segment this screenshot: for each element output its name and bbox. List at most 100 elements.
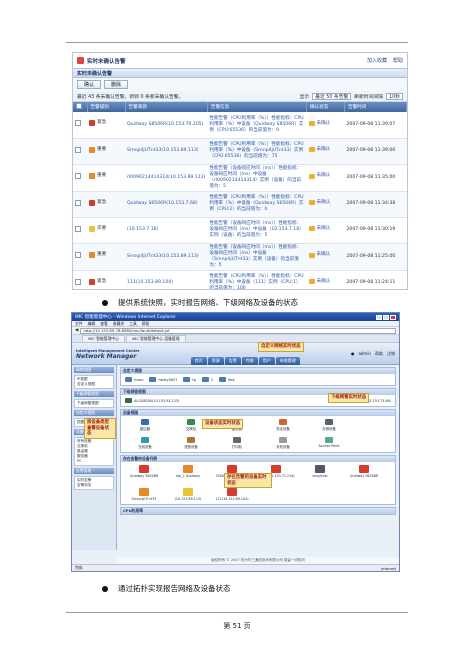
alarm-source[interactable]: Srnnp4jUTnt33(10.153.89.113) xyxy=(125,138,208,165)
alarm-info[interactable]: 性能告警（CPU利用率（%））性能指标：CPU利用率（%）中设备（Quidway… xyxy=(207,191,307,218)
menu-item[interactable]: 收藏夹 xyxy=(113,321,124,327)
nav-tab[interactable]: 系统管理 xyxy=(275,356,300,365)
row-checkbox[interactable] xyxy=(75,199,81,206)
device-entry[interactable]: (10.153.89.113) xyxy=(171,488,205,501)
table-row[interactable]: 重要 rl0090214414314(10.153.89.113) 性能告警（设备响… xyxy=(73,164,407,192)
alarm-status[interactable]: 未确认 xyxy=(317,252,331,258)
display-select[interactable]: 最近 50 条告警 xyxy=(312,92,352,100)
device-entry[interactable]: 路由器 xyxy=(125,419,165,431)
row-checkbox[interactable] xyxy=(75,146,81,153)
refresh-select[interactable]: 10秒 xyxy=(386,92,403,100)
confirm-button[interactable]: 确认 xyxy=(77,80,102,89)
delete-button[interactable]: 删除 xyxy=(104,80,129,89)
col-time[interactable]: 告警时间 xyxy=(344,102,407,112)
alarm-status[interactable]: 未确认 xyxy=(317,147,331,153)
unconfirmed-icon xyxy=(308,252,315,258)
device-entry[interactable]: Srnnp4jUTnt33 xyxy=(127,488,161,501)
imc-sidebar: 网络视图IP视图自定义视图下级网管视图下级网管视图自定义视图视图设备视图所有设备… xyxy=(72,365,117,550)
menu-item[interactable]: 查看 xyxy=(100,321,108,327)
col-info[interactable]: 告警信息 xyxy=(207,102,308,112)
alarm-info[interactable]: 性能告警（设备响应时间（ms））性能指标：设备响应时间（ms）中设备（10.15… xyxy=(207,217,307,244)
maximize-icon[interactable] xyxy=(383,314,389,320)
device-entry[interactable]: ide_2 Quidway xyxy=(171,465,205,478)
close-icon[interactable] xyxy=(390,314,396,320)
alarm-source[interactable]: (10.153.7.18) xyxy=(125,217,208,244)
device-entry[interactable]: 存储设备 xyxy=(309,419,349,431)
device-entry[interactable]: lbsk xyxy=(218,377,235,382)
row-checkbox[interactable] xyxy=(75,278,81,285)
device-entry[interactable]: 安全设备 xyxy=(263,419,303,431)
device-entry[interactable]: snnpitest xyxy=(303,465,337,478)
menu-item[interactable]: 帮助 xyxy=(142,321,150,327)
alarm-info[interactable]: 性能告警（CPU利用率（%））性能指标：CPU利用率（%）中设备（111）实例（… xyxy=(207,270,307,289)
sidebar-panel-title[interactable]: 告警管理 xyxy=(74,468,114,474)
alarm-status[interactable]: 未确认 xyxy=(317,200,331,206)
nav-tab[interactable]: 首页 xyxy=(190,356,207,365)
back-icon[interactable]: ◀ xyxy=(75,328,78,333)
table-row[interactable]: 重要 Srnnp4jUTnt33(10.153.89.113) 性能告警（CPU利用… xyxy=(73,138,407,165)
table-row[interactable]: 紧急 111(10.153.89.104) 性能告警（CPU利用率（%））性能指标：… xyxy=(73,270,407,289)
alarm-info[interactable]: 性能告警（CPU利用率（%））性能指标：CPU利用率（%）中设备（Quidway… xyxy=(207,112,307,139)
device-entry[interactable]: Quidway S6506R xyxy=(127,465,161,478)
alarm-source[interactable]: 111(10.153.89.104) xyxy=(125,270,208,289)
sidebar-item[interactable]: 下级网管视图 xyxy=(77,401,111,406)
device-entry[interactable]: hzrou xyxy=(125,377,143,382)
tab-imc-device[interactable]: iMC 智能管理中心-设备管理 xyxy=(125,335,186,342)
menu-item[interactable]: 编辑 xyxy=(88,321,96,327)
menu-item[interactable]: 工具 xyxy=(129,321,137,327)
col-source[interactable]: 告警来源 xyxy=(125,102,208,112)
alarm-source[interactable]: rl0090214414314(10.153.89.113) xyxy=(125,164,208,192)
device-entry[interactable]: fg xyxy=(183,377,196,382)
device-entry[interactable]: Access Point xyxy=(309,437,349,449)
address-input[interactable]: http://10.153.89.78:8080/imc/fault/defau… xyxy=(80,327,396,334)
minimize-icon[interactable] xyxy=(376,314,382,320)
alarm-source[interactable]: Quidway S8506R(10.153.70.205) xyxy=(125,112,208,139)
menu-item[interactable]: 文件 xyxy=(75,321,83,327)
alarm-source[interactable]: Quidway S6506R(10.153.7.68) xyxy=(125,191,208,218)
sidebar-item[interactable]: PC xyxy=(77,459,111,464)
alarm-info[interactable]: 性能告警（设备响应时间（ms））性能指标：设备响应时间（ms）中设备（Srnnp… xyxy=(207,243,307,271)
row-checkbox[interactable] xyxy=(75,173,81,179)
device-entry[interactable]: 无线设备 xyxy=(125,437,165,449)
sidebar-panel-title[interactable]: 网络视图 xyxy=(74,367,114,373)
sidebar-item[interactable]: 自定义视图 xyxy=(77,382,111,387)
col-status[interactable]: 确认状态 xyxy=(306,102,345,112)
logout-link[interactable]: 注销 xyxy=(387,351,395,357)
sidebar-item[interactable]: 告警浏览 xyxy=(77,483,111,488)
alarm-status[interactable]: 未确认 xyxy=(317,279,331,285)
nav-tab[interactable]: 资源 xyxy=(207,356,224,365)
alarm-status[interactable]: 未确认 xyxy=(317,121,331,127)
device-entry[interactable]: hzlaty0807 xyxy=(149,377,177,382)
alarm-status[interactable]: 未确认 xyxy=(317,226,331,232)
device-entry[interactable]: 未知设备 xyxy=(263,437,303,449)
table-row[interactable]: 重要 Srnnp4jUTnt33(10.153.89.113) 性能告警（设备响应时… xyxy=(73,243,407,271)
device-entry[interactable]: 打印机 xyxy=(217,437,257,449)
help-link[interactable]: 帮助 xyxy=(393,57,403,64)
device-entry[interactable]: Quidway S6506R xyxy=(347,465,381,478)
nav-tab[interactable]: 告警 xyxy=(224,356,241,365)
device-entry[interactable]: 语音设备 xyxy=(171,437,211,449)
row-checkbox[interactable] xyxy=(75,120,81,127)
alarm-status[interactable]: 未确认 xyxy=(317,173,331,179)
alarm-info[interactable]: 性能告警（设备响应时间（ms））性能指标：设备响应时间（ms）中设备（rl009… xyxy=(207,164,307,192)
alarm-source[interactable]: Srnnp4jUTnt33(10.153.89.113) xyxy=(125,243,208,271)
device-entry[interactable]: 3 xyxy=(201,377,213,382)
row-checkbox[interactable] xyxy=(75,225,81,232)
sidebar-panel-title[interactable]: 下级网管视图 xyxy=(74,391,114,397)
table-row[interactable]: 紧急 Quidway S8506R(10.153.70.205) 性能告警（CPU利… xyxy=(73,112,407,139)
select-all-checkbox[interactable] xyxy=(76,103,82,109)
help-link[interactable]: 帮助 xyxy=(375,351,383,357)
col-level[interactable]: 告警级别 xyxy=(87,102,126,112)
nav-tab[interactable]: 用户 xyxy=(258,356,275,365)
tab-imc[interactable]: iMC 智能管理中心 xyxy=(82,335,125,342)
alarm-info[interactable]: 性能告警（CPU利用率（%））性能指标：CPU利用率（%）中设备（Srnnp4j… xyxy=(207,138,307,165)
device-entry[interactable]: 111(10.153.89.104) xyxy=(215,488,249,501)
device-entry[interactable]: ALOG8000(10.153.93.123) xyxy=(125,398,179,403)
table-row[interactable]: 紧急 Quidway S6506R(10.153.7.68) 性能告警（CPU利用率… xyxy=(73,191,407,218)
row-checkbox[interactable] xyxy=(75,252,81,258)
device-label: fg xyxy=(192,377,196,382)
table-row[interactable]: 次要 (10.153.7.18) 性能告警（设备响应时间（ms））性能指标：设备响应… xyxy=(73,217,407,244)
sidebar-panel-title[interactable]: 自定义视图 xyxy=(74,410,114,416)
add-favorite-link[interactable]: 加入收藏 xyxy=(367,57,387,64)
nav-tab[interactable]: 性能 xyxy=(241,356,258,365)
